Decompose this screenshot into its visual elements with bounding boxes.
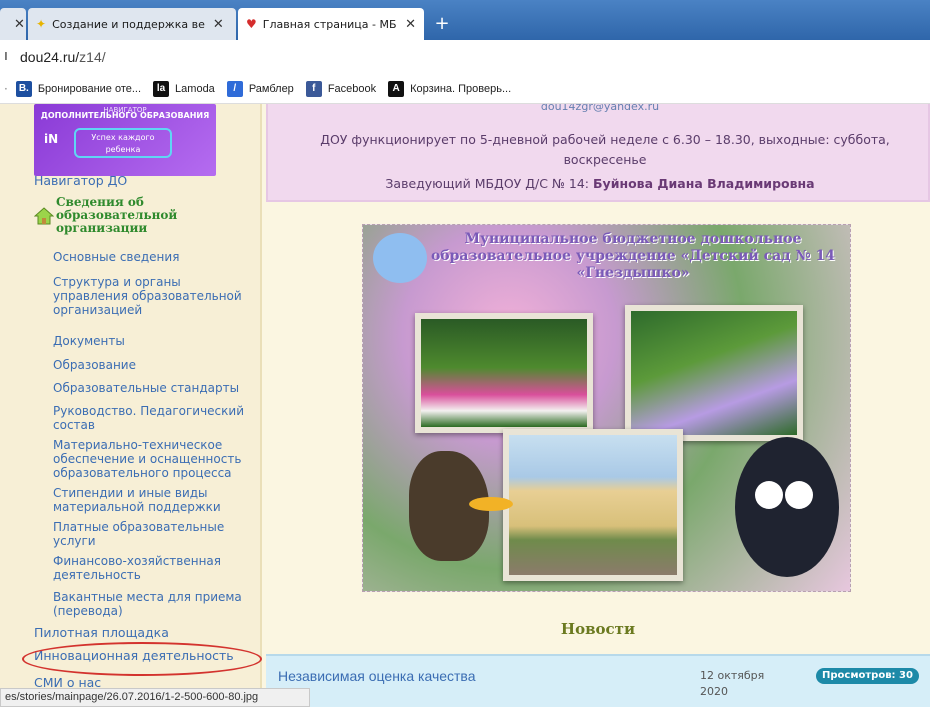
url-path: z14/ bbox=[79, 49, 106, 65]
sidebar: НАВИГАТОР ДОПОЛНИТЕЛЬНОГО ОБРАЗОВАНИЯ iN… bbox=[0, 104, 262, 707]
new-tab-button[interactable]: + bbox=[428, 13, 456, 35]
working-hours: ДОУ функционирует по 5-дневной рабочей н… bbox=[320, 132, 890, 167]
kindergarten-collage-image[interactable]: Муниципальное бюджетное дошкольное образ… bbox=[362, 224, 851, 592]
bookmarks-dot-icon: · bbox=[4, 81, 8, 96]
tab-close-icon[interactable]: ✕ bbox=[213, 17, 224, 32]
brown-bird-image bbox=[409, 451, 513, 561]
tab-site-builder[interactable]: ✦ Создание и поддержка ве ✕ bbox=[28, 8, 236, 40]
bookmark-label: Lamoda bbox=[175, 82, 215, 95]
sidebar-item-navigator[interactable]: Навигатор ДО bbox=[34, 174, 254, 188]
facebook-icon: f bbox=[305, 80, 322, 97]
address-bar[interactable]: ı dou24.ru/z14/ bbox=[0, 40, 930, 74]
sidebar-item-structure[interactable]: Структура и органы управления образовате… bbox=[53, 275, 258, 317]
bookmark-label: Рамблер bbox=[248, 82, 294, 95]
sidebar-item-standards[interactable]: Образовательные стандарты bbox=[53, 381, 258, 395]
news-views-badge: Просмотров: 30 bbox=[816, 668, 919, 684]
sidebar-item-basic-info[interactable]: Основные сведения bbox=[53, 250, 258, 264]
tab-close-icon[interactable]: ✕ bbox=[14, 17, 25, 32]
sidebar-item-pilot[interactable]: Пилотная площадка bbox=[34, 626, 254, 640]
house-icon bbox=[34, 207, 54, 225]
section-title: Сведения об образовательной организации bbox=[56, 195, 178, 235]
news-heading: Новости bbox=[560, 620, 636, 638]
banner-slogan: Успех каждого ребенка bbox=[74, 128, 172, 158]
tab-label: Создание и поддержка ве bbox=[52, 17, 205, 31]
building-photo bbox=[503, 429, 683, 581]
tab-main-page[interactable]: ♥ Главная страница - МБДС ✕ bbox=[238, 8, 424, 40]
blue-bird-image bbox=[373, 233, 427, 283]
tab-label: Главная страница - МБДС bbox=[262, 17, 397, 31]
bookmark-label: Facebook bbox=[327, 82, 377, 95]
sidebar-item-management[interactable]: Руководство. Педагогический состав bbox=[53, 404, 258, 432]
sidebar-item-vacancies[interactable]: Вакантные места для приема (перевода) bbox=[53, 590, 258, 618]
lamoda-icon: la bbox=[153, 80, 170, 97]
url-text[interactable]: dou24.ru/z14/ bbox=[20, 49, 106, 65]
news-item-date: 12 октября 2020 bbox=[700, 669, 765, 698]
bookmark-label: Бронирование оте... bbox=[37, 82, 142, 95]
tab-close-icon[interactable]: ✕ bbox=[405, 17, 416, 32]
news-item-link[interactable]: Независимая оценка качества bbox=[278, 668, 476, 684]
sidebar-item-finance[interactable]: Финансово-хозяйственная деятельность bbox=[53, 554, 258, 582]
sidebar-item-paid-services[interactable]: Платные образовательные услуги bbox=[53, 520, 258, 548]
garden-photo bbox=[625, 305, 803, 441]
banner-line2: ДОПОЛНИТЕЛЬНОГО ОБРАЗОВАНИЯ bbox=[40, 111, 210, 120]
bookmark-cart[interactable]: A Корзина. Проверь... bbox=[388, 80, 512, 97]
sidebar-item-education[interactable]: Образование bbox=[53, 358, 258, 372]
banner-logo-icon: iN bbox=[44, 132, 59, 146]
tab-partial[interactable]: ✕ bbox=[0, 8, 26, 40]
main-content: dou14zgr@yandex.ru ДОУ функционирует по … bbox=[266, 104, 930, 707]
bookmarks-bar: · B. Бронирование оте... la Lamoda / Рам… bbox=[0, 74, 930, 104]
bookmark-booking[interactable]: B. Бронирование оте... bbox=[15, 80, 142, 97]
web-page: НАВИГАТОР ДОПОЛНИТЕЛЬНОГО ОБРАЗОВАНИЯ iN… bbox=[0, 104, 930, 707]
lock-icon: ı bbox=[4, 48, 8, 64]
head-name: Буйнова Диана Владимировна bbox=[593, 176, 815, 191]
navigator-banner[interactable]: НАВИГАТОР ДОПОЛНИТЕЛЬНОГО ОБРАЗОВАНИЯ iN… bbox=[34, 104, 216, 176]
yellow-figure-icon: ✦ bbox=[36, 17, 47, 31]
news-item: Независимая оценка качества 12 октября 2… bbox=[266, 654, 930, 707]
rambler-icon: / bbox=[226, 80, 243, 97]
url-domain: dou24.ru/ bbox=[20, 49, 80, 65]
bookmark-rambler[interactable]: / Рамблер bbox=[226, 80, 294, 97]
bookmark-label: Корзина. Проверь... bbox=[410, 82, 512, 95]
black-bird-image bbox=[735, 437, 839, 577]
info-box: dou14zgr@yandex.ru ДОУ функционирует по … bbox=[266, 104, 930, 202]
booking-icon: B. bbox=[15, 80, 32, 97]
sidebar-item-material-base[interactable]: Материально-техническое обеспечение и ос… bbox=[53, 438, 258, 480]
head-label: Заведующий МБДОУ Д/С № 14: bbox=[385, 176, 590, 191]
status-bar-url: es/stories/mainpage/26.07.2016/1-2-500-6… bbox=[0, 688, 310, 707]
bookmark-facebook[interactable]: f Facebook bbox=[305, 80, 377, 97]
red-circle-highlight bbox=[22, 642, 262, 676]
flowers-photo bbox=[415, 313, 593, 433]
email-link[interactable]: dou14zgr@yandex.ru bbox=[268, 104, 930, 113]
bookmark-lamoda[interactable]: la Lamoda bbox=[153, 80, 215, 97]
cart-icon: A bbox=[388, 80, 405, 97]
sidebar-item-scholarships[interactable]: Стипендии и иные виды материальной подде… bbox=[53, 486, 258, 514]
red-heart-icon: ♥ bbox=[246, 17, 257, 31]
head-info: Заведующий МБДОУ Д/С № 14: Буйнова Диана… bbox=[268, 176, 930, 191]
browser-tab-bar: ✕ ✦ Создание и поддержка ве ✕ ♥ Главная … bbox=[0, 0, 930, 40]
sidebar-item-documents[interactable]: Документы bbox=[53, 334, 258, 348]
collage-title: Муниципальное бюджетное дошкольное образ… bbox=[430, 231, 836, 281]
